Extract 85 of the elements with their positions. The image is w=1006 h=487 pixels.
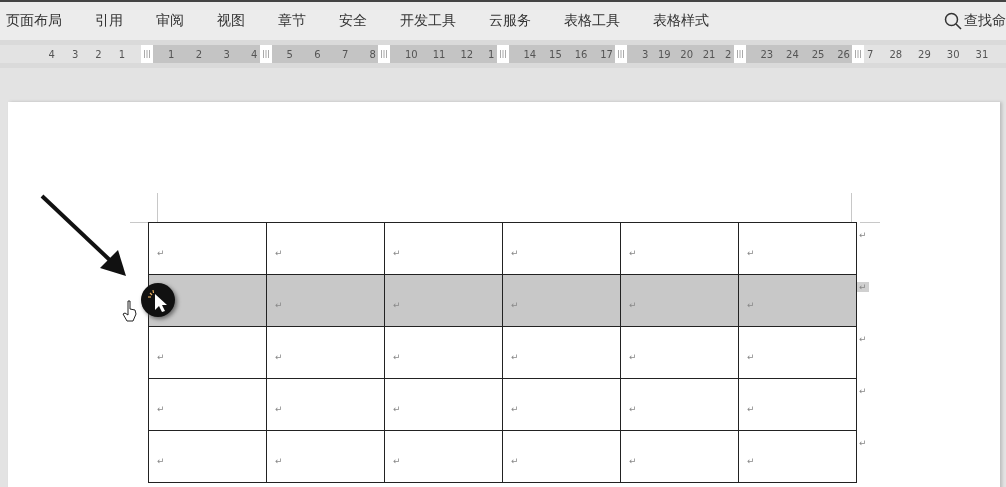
table-cell[interactable]: ↵	[502, 378, 621, 431]
menu-tab[interactable]: 表格工具	[564, 12, 620, 30]
menu-tab[interactable]: 视图	[217, 12, 245, 30]
column-marker-icon[interactable]	[141, 45, 153, 63]
table-cell[interactable]: ↵	[620, 378, 739, 431]
table-cell[interactable]: ↵	[502, 222, 621, 275]
menu-tab[interactable]: 审阅	[156, 12, 184, 30]
table-cell[interactable]: ↵	[620, 430, 739, 483]
ruler-number: 2	[195, 48, 203, 60]
table-cell[interactable]: ↵	[266, 274, 385, 327]
ruler-number: 1	[118, 48, 125, 60]
ruler-number: 1	[488, 48, 495, 60]
ruler-number: 17	[600, 48, 613, 60]
search-icon	[944, 12, 962, 30]
ruler-number: 31	[975, 48, 989, 60]
row-end-mark: ↵	[858, 333, 868, 344]
ruler-number: 7	[341, 48, 349, 60]
ruler-number: 23	[760, 48, 774, 60]
ruler-number: 2	[725, 48, 732, 60]
ruler-number: 25	[811, 48, 825, 60]
ruler-number: 4	[251, 48, 258, 60]
ruler-number: 16	[574, 48, 588, 60]
ruler-number: 3	[642, 48, 649, 60]
column-marker-icon[interactable]	[378, 45, 390, 63]
table-cell[interactable]: ↵	[148, 430, 267, 483]
ruler-number: 10	[405, 48, 418, 60]
table-cell[interactable]: ↵	[384, 326, 503, 379]
menu-tab[interactable]: 开发工具	[400, 12, 456, 30]
table-cell[interactable]: ↵	[620, 326, 739, 379]
table-cell[interactable]: ↵	[620, 222, 739, 275]
ruler-number: 12	[460, 48, 474, 60]
table-cell[interactable]: ↵	[502, 326, 621, 379]
row-end-mark: ↵	[858, 229, 868, 240]
table-cell[interactable]: ↵	[266, 222, 385, 275]
search-button[interactable]: 查找命	[944, 12, 1006, 30]
ruler-number: 4	[48, 48, 55, 60]
table-cell[interactable]: ↵	[620, 274, 739, 327]
table-cell[interactable]: ↵	[266, 430, 385, 483]
ruler-number: 3	[71, 48, 79, 60]
column-marker-icon[interactable]	[852, 45, 864, 63]
table-cell[interactable]: ↵	[738, 430, 857, 483]
menu-tab[interactable]: 安全	[339, 12, 367, 30]
hand-cursor-icon	[122, 300, 138, 322]
ruler-number: 21	[702, 48, 716, 60]
table-cell[interactable]: ↵	[384, 378, 503, 431]
table-cell[interactable]: ↵	[148, 222, 267, 275]
menu-tab[interactable]: 章节	[278, 12, 306, 30]
ruler-number: 29	[918, 48, 931, 60]
ruler-number: 7	[867, 48, 874, 60]
table-cell[interactable]: ↵	[738, 326, 857, 379]
ruler-number: 26	[837, 48, 850, 60]
ruler-number: 8	[369, 48, 376, 60]
table-cell[interactable]: ↵	[266, 378, 385, 431]
table-cell[interactable]: ↵	[502, 274, 621, 327]
ruler-number: 19	[658, 48, 671, 60]
ruler-number: 14	[523, 48, 537, 60]
menu-tab[interactable]: 表格样式	[653, 12, 709, 30]
ruler-number: 5	[286, 48, 293, 60]
table-cell[interactable]: ↵	[148, 326, 267, 379]
menu-tab[interactable]: 页面布局	[6, 12, 62, 30]
table-cell[interactable]: ↵	[502, 430, 621, 483]
ruler-number: 2	[95, 48, 102, 60]
row-end-mark: ↵	[858, 385, 868, 396]
table-cell[interactable]: ↵	[148, 378, 267, 431]
ruler-number: 30	[946, 48, 960, 60]
table-cell[interactable]: ↵	[266, 326, 385, 379]
row-end-mark: ↵	[857, 281, 869, 292]
ruler-number: 24	[786, 48, 799, 60]
row-end-mark: ↵	[858, 437, 868, 448]
menu-tab[interactable]: 引用	[95, 12, 123, 30]
ruler-number: 11	[432, 48, 446, 60]
ruler-number: 20	[680, 48, 694, 60]
table-cell[interactable]: ↵	[384, 274, 503, 327]
table-cell[interactable]: ↵	[384, 222, 503, 275]
table-cell[interactable]: ↵	[738, 222, 857, 275]
ruler-number: 1	[168, 48, 175, 60]
ruler-number: 28	[889, 48, 903, 60]
ruler-number: 6	[314, 48, 321, 60]
table-cell[interactable]: ↵	[738, 378, 857, 431]
table-cell[interactable]: ↵	[738, 274, 857, 327]
column-marker-icon[interactable]	[615, 45, 627, 63]
table-cell[interactable]: ↵	[384, 430, 503, 483]
ruler-number: 3	[223, 48, 230, 60]
menu-tab[interactable]: 云服务	[489, 12, 531, 30]
ruler-number: 15	[549, 48, 562, 60]
